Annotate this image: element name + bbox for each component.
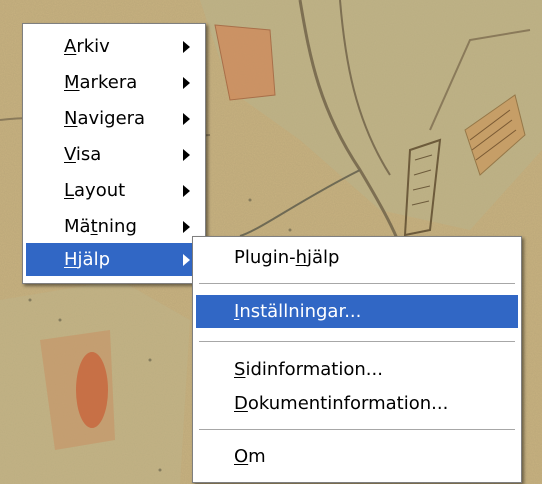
menu-accelerator-key: h — [295, 247, 308, 268]
submenu-item-sidinformation[interactable]: Sidinformation... — [196, 353, 518, 386]
submenu-arrow-icon — [183, 253, 190, 266]
menu-label-suffix: okumentinformation... — [247, 393, 449, 414]
submenu-item-om[interactable]: Om — [196, 440, 518, 473]
menu-accelerator-key: D — [234, 393, 248, 414]
menu-label-prefix: Plugin- — [234, 247, 296, 268]
menu-separator — [199, 341, 515, 343]
menu-label-suffix: jälp — [307, 247, 340, 268]
submenu-item-label: Dokumentinformation... — [196, 393, 448, 414]
menu-accelerator-key: t — [90, 216, 98, 237]
menu-label-suffix: m — [248, 446, 266, 467]
submenu-arrow-icon — [183, 40, 190, 53]
menu-label-suffix: avigera — [77, 108, 146, 129]
menu-item-markera[interactable]: Markera — [26, 66, 202, 99]
menu-item-label: Mätning — [26, 216, 137, 237]
menu-separator — [199, 429, 515, 431]
menu-item-label: Layout — [26, 180, 125, 201]
menu-accelerator-key: M — [64, 72, 80, 93]
submenu-item-label: Inställningar... — [196, 301, 361, 322]
submenu-arrow-icon — [183, 184, 190, 197]
submenu-item-dokumentinformation[interactable]: Dokumentinformation... — [196, 387, 518, 420]
context-menu: Arkiv Markera Navigera Visa Layout Mätning Hjä… — [22, 23, 206, 284]
menu-accelerator-key: A — [64, 36, 77, 57]
submenu-item-label: Sidinformation... — [196, 359, 383, 380]
menu-label-suffix: jälp — [77, 249, 111, 270]
menu-accelerator-key: H — [64, 249, 78, 270]
submenu-arrow-icon — [183, 112, 190, 125]
menu-item-label: Hjälp — [26, 249, 110, 270]
menu-item-layout[interactable]: Layout — [26, 174, 202, 207]
menu-accelerator-key: N — [64, 108, 78, 129]
submenu-arrow-icon — [183, 148, 190, 161]
menu-label-suffix: nställningar... — [239, 301, 362, 322]
submenu-arrow-icon — [183, 220, 190, 233]
menu-label-suffix: idinformation... — [245, 359, 383, 380]
menu-item-label: Arkiv — [26, 36, 110, 57]
menu-item-visa[interactable]: Visa — [26, 138, 202, 171]
menu-item-label: Markera — [26, 72, 137, 93]
submenu-item-label: Om — [196, 446, 266, 467]
submenu-item-label: Plugin-hjälp — [196, 247, 339, 268]
menu-accelerator-key: S — [234, 359, 246, 380]
menu-accelerator-key: V — [64, 144, 76, 165]
help-submenu: Plugin-hjälp Inställningar... Sidinformati… — [192, 236, 522, 483]
menu-label-suffix: ning — [97, 216, 137, 237]
menu-label-suffix: ayout — [74, 180, 126, 201]
menu-separator — [199, 283, 515, 285]
submenu-arrow-icon — [183, 76, 190, 89]
submenu-item-pluginhjälp[interactable]: Plugin-hjälp — [196, 241, 518, 274]
menu-item-label: Navigera — [26, 108, 145, 129]
menu-label-prefix: Mä — [64, 216, 91, 237]
menu-accelerator-key: L — [64, 180, 75, 201]
menu-label-suffix: isa — [75, 144, 102, 165]
menu-accelerator-key: O — [234, 446, 249, 467]
menu-item-mätning[interactable]: Mätning — [26, 210, 202, 243]
menu-item-navigera[interactable]: Navigera — [26, 102, 202, 135]
menu-item-label: Visa — [26, 144, 101, 165]
menu-label-suffix: rkiv — [76, 36, 110, 57]
menu-item-arkiv[interactable]: Arkiv — [26, 30, 202, 63]
submenu-item-inställningar[interactable]: Inställningar... — [196, 295, 518, 328]
menu-label-suffix: arkera — [79, 72, 138, 93]
menu-item-hjälp[interactable]: Hjälp — [26, 243, 202, 276]
